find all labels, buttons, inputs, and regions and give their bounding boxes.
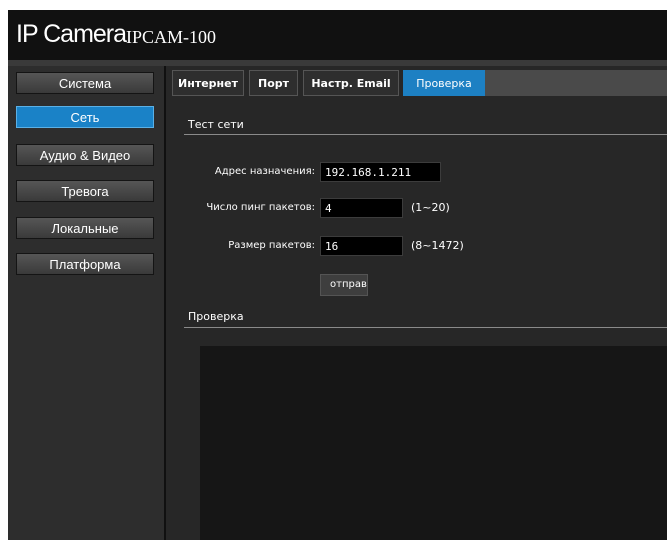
sidebar-item-audio-video[interactable]: Аудио & Видео — [16, 144, 154, 166]
app-window: IP Camera IPCAM-100 Система Сеть Аудио &… — [8, 10, 667, 540]
tab-bar: Интернет Порт Настр. Email Проверка — [166, 66, 667, 96]
packet-size-range: (8~1472) — [411, 239, 464, 252]
header-bar: IP Camera IPCAM-100 — [8, 10, 667, 60]
ping-count-label: Число пинг пакетов: — [206, 202, 315, 213]
result-output — [200, 346, 667, 540]
packet-size-input[interactable] — [320, 236, 403, 256]
camera-model: IPCAM-100 — [126, 27, 217, 47]
tab-internet[interactable]: Интернет — [172, 70, 244, 96]
sidebar-item-network[interactable]: Сеть — [16, 106, 154, 128]
main-panel: Интернет Порт Настр. Email Проверка Тест… — [164, 66, 667, 540]
ping-count-range: (1~20) — [411, 201, 450, 214]
sidebar-item-local[interactable]: Локальные — [16, 217, 154, 239]
result-title: Проверка — [188, 310, 244, 323]
sidebar-item-platform[interactable]: Платформа — [16, 253, 154, 275]
destination-label: Адрес назначения: — [214, 166, 315, 177]
sidebar-item-system[interactable]: Система — [16, 72, 154, 94]
section-divider — [184, 327, 667, 328]
tab-port[interactable]: Порт — [249, 70, 298, 96]
section-divider — [184, 134, 667, 135]
packet-size-label: Размер пакетов: — [228, 240, 315, 251]
sidebar-item-alarm[interactable]: Тревога — [16, 180, 154, 202]
brand-logo: IP Camera — [16, 20, 127, 48]
tab-email-settings[interactable]: Настр. Email — [303, 70, 399, 96]
destination-address-input[interactable] — [320, 162, 441, 182]
ping-count-input[interactable] — [320, 198, 403, 218]
tab-test[interactable]: Проверка — [403, 70, 485, 96]
tab-bar-filler — [485, 70, 667, 96]
sidebar-nav: Система Сеть Аудио & Видео Тревога Локал… — [8, 66, 164, 540]
network-test-title: Тест сети — [188, 118, 244, 131]
send-button[interactable]: отправить — [320, 274, 368, 296]
